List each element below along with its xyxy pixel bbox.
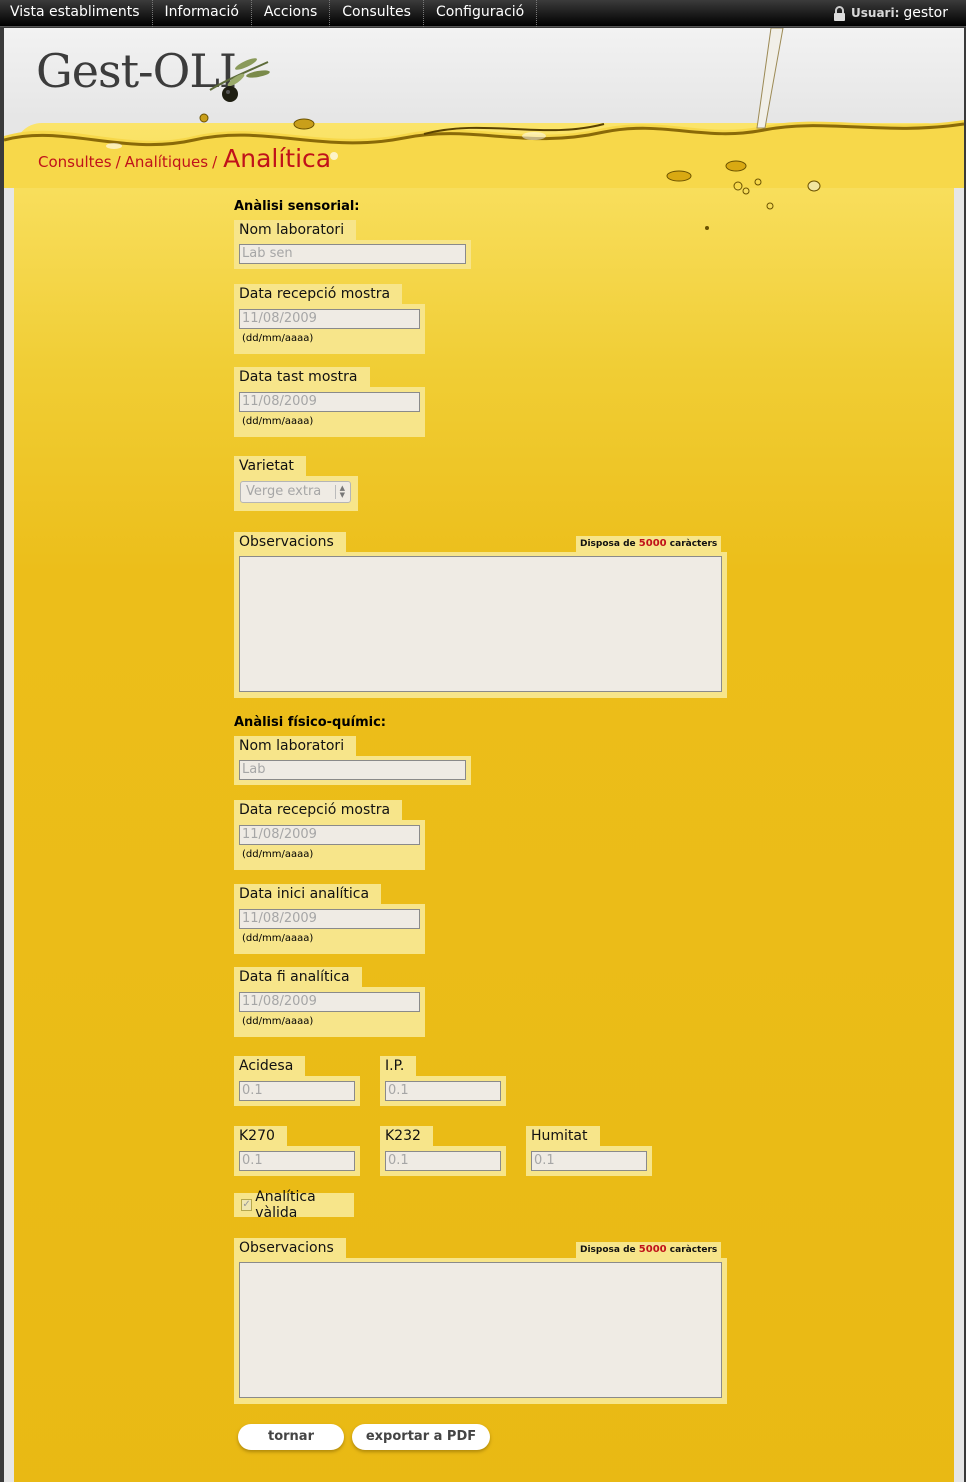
menu-consultes[interactable]: Consultes [330,0,424,27]
fisico-lab-input[interactable]: Lab [239,760,466,780]
char-counter: Disposa de 5000 caràcters [576,1242,722,1258]
valid-analysis-label: Analítica vàlida [255,1189,316,1221]
field-humitat: Humitat 0.1 [526,1126,652,1176]
field-label: Data recepció mostra [234,284,403,304]
field-label: K270 [234,1126,287,1146]
fisico-end-date-input[interactable]: 11/08/2009 [239,992,420,1012]
field-label: Data inici analítica [234,884,382,904]
field-fisico-end-date: Data fi analítica 11/08/2009 (dd/mm/aaaa… [234,967,425,1037]
page-title: Analítica [223,144,332,173]
field-sensorial-lab: Nom laboratori Lab sen [234,220,471,269]
date-format-hint: (dd/mm/aaaa) [242,333,314,344]
field-label: Data tast mostra [234,367,370,387]
user-label: Usuari: [851,6,900,20]
top-nav-bar: Vista establiments Informació Accions Co… [0,0,966,27]
lock-icon [834,5,846,21]
field-sensorial-reception-date: Data recepció mostra 11/08/2009 (dd/mm/a… [234,284,425,354]
field-acidesa: Acidesa 0.1 [234,1056,360,1106]
field-label: Humitat [526,1126,600,1146]
date-format-hint: (dd/mm/aaaa) [242,416,314,427]
ip-input[interactable]: 0.1 [385,1081,501,1101]
field-label: Observacions [234,1238,346,1258]
breadcrumb: Consultes / Analítiques / Analítica [38,144,331,173]
field-sensorial-variety: Varietat Verge extra ▲ ▼ [234,456,358,511]
back-button[interactable]: tornar [238,1424,344,1450]
field-sensorial-observations: Observacions Disposa de 5000 caràcters [234,532,727,698]
field-k270: K270 0.1 [234,1126,360,1176]
oil-drops-decoration [666,160,821,230]
menu-informacio[interactable]: Informació [153,0,252,27]
breadcrumb-separator: / [115,153,121,171]
sensorial-reception-date-input[interactable]: 11/08/2009 [239,309,420,329]
section-title-fisico: Anàlisi físico-químic: [234,715,386,730]
variety-select-value: Verge extra [246,484,322,499]
field-sensorial-tasting-date: Data tast mostra 11/08/2009 (dd/mm/aaaa) [234,367,425,437]
sensorial-tasting-date-input[interactable]: 11/08/2009 [239,392,420,412]
user-name[interactable]: gestor [903,0,948,27]
date-format-hint: (dd/mm/aaaa) [242,1016,314,1027]
export-pdf-button[interactable]: exportar a PDF [352,1424,490,1450]
user-info: Usuari: gestor [833,0,948,27]
field-label: I.P. [380,1056,417,1076]
field-fisico-lab: Nom laboratori Lab [234,736,471,785]
field-fisico-observations: Observacions Disposa de 5000 caràcters [234,1238,727,1404]
acidesa-input[interactable]: 0.1 [239,1081,355,1101]
field-label: Observacions [234,532,346,552]
menu-configuracio[interactable]: Configuració [424,0,538,27]
sensorial-observations-textarea[interactable] [239,556,722,692]
olive-branch-icon [209,58,270,102]
k270-input[interactable]: 0.1 [239,1151,355,1171]
breadcrumb-analitiques[interactable]: Analítiques [125,153,208,171]
valid-analysis-checkbox-row[interactable]: ✓ Analítica vàlida [234,1189,354,1221]
field-k232: K232 0.1 [380,1126,506,1176]
breadcrumb-separator: / [212,153,218,171]
fisico-observations-textarea[interactable] [239,1262,722,1398]
field-label: Nom laboratori [234,220,357,240]
date-format-hint: (dd/mm/aaaa) [242,933,314,944]
fisico-reception-date-input[interactable]: 11/08/2009 [239,825,420,845]
humitat-input[interactable]: 0.1 [531,1151,647,1171]
main-menu: Vista establiments Informació Accions Co… [0,0,538,27]
char-counter: Disposa de 5000 caràcters [576,536,722,552]
char-counter-value: 5000 [638,1244,667,1255]
page-frame: Gest-OLI Consultes / Analítiques / Analí… [4,28,964,1482]
fisico-start-date-input[interactable]: 11/08/2009 [239,909,420,929]
valid-analysis-checkbox[interactable]: ✓ [241,1199,253,1211]
menu-vista-establiments[interactable]: Vista establiments [0,0,153,27]
sensorial-lab-input[interactable]: Lab sen [239,244,466,264]
field-fisico-reception-date: Data recepció mostra 11/08/2009 (dd/mm/a… [234,800,425,870]
breadcrumb-consultes[interactable]: Consultes [38,153,112,171]
field-fisico-start-date: Data inici analítica 11/08/2009 (dd/mm/a… [234,884,425,954]
field-label: K232 [380,1126,433,1146]
field-label: Varietat [234,456,306,476]
menu-accions[interactable]: Accions [252,0,331,27]
field-label: Data fi analítica [234,967,362,987]
field-label: Nom laboratori [234,736,357,756]
date-format-hint: (dd/mm/aaaa) [242,849,314,860]
select-arrows-icon: ▲ ▼ [335,485,345,499]
field-label: Acidesa [234,1056,306,1076]
char-counter-value: 5000 [638,538,667,549]
section-title-sensorial: Anàlisi sensorial: [234,199,360,214]
field-label: Data recepció mostra [234,800,403,820]
field-ip: I.P. 0.1 [380,1056,506,1106]
oil-pour-decoration [756,28,784,129]
variety-select[interactable]: Verge extra ▲ ▼ [240,481,351,503]
k232-input[interactable]: 0.1 [385,1151,501,1171]
